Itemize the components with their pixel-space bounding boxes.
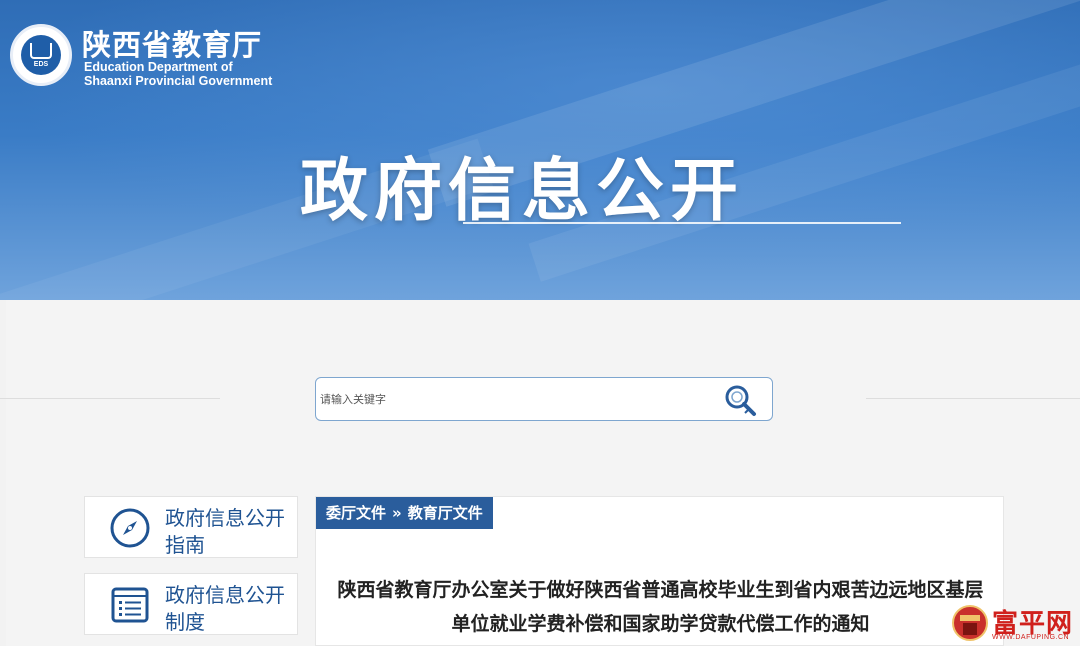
logo-text: EDS — [33, 61, 49, 68]
org-name-en-line2: Shaanxi Provincial Government — [84, 74, 273, 88]
sidebar-item-label: 政府信息公开指南 — [165, 506, 285, 557]
divider-left — [0, 398, 220, 399]
article-title: 陕西省教育厅办公室关于做好陕西省普通高校毕业生到省内艰苦边远地区基层 单位就业学… — [316, 573, 1005, 641]
article-panel: 委厅文件 » 教育厅文件 陕西省教育厅办公室关于做好陕西省普通高校毕业生到省内艰苦边… — [315, 496, 1004, 646]
search-input[interactable] — [320, 386, 710, 412]
org-name-en-line1: Education Department of — [84, 60, 233, 74]
watermark: 富平网 WWW.DAFUPING.CN — [952, 605, 1080, 646]
book-icon — [30, 43, 52, 59]
watermark-text-en: WWW.DAFUPING.CN — [992, 634, 1070, 641]
sidebar-item-label: 政府信息公开制度 — [165, 583, 285, 634]
sidebar-item-guide[interactable]: 政府信息公开指南 — [84, 496, 298, 558]
header-banner: EDS 陕西省教育厅 Education Department of Shaan… — [0, 0, 1080, 300]
breadcrumb-separator: » — [392, 504, 402, 522]
search-button[interactable] — [720, 382, 764, 418]
search-icon — [725, 385, 756, 416]
breadcrumb-item-committee-documents[interactable]: 委厅文件 — [326, 504, 386, 522]
watermark-gate-icon — [952, 605, 988, 641]
title-underline — [463, 222, 901, 224]
list-document-icon — [111, 587, 149, 623]
search-bar — [315, 377, 773, 421]
sidebar-item-policy[interactable]: 政府信息公开制度 — [84, 573, 298, 635]
compass-icon — [110, 508, 150, 548]
article-title-line2: 单位就业学费补偿和国家助学贷款代偿工作的通知 — [451, 613, 870, 635]
article-title-line1: 陕西省教育厅办公室关于做好陕西省普通高校毕业生到省内艰苦边远地区基层 — [337, 579, 984, 601]
department-logo[interactable]: EDS — [10, 24, 72, 86]
page-title: 政府信息公开 — [300, 152, 745, 231]
breadcrumb: 委厅文件 » 教育厅文件 — [316, 497, 493, 529]
org-name-cn: 陕西省教育厅 — [82, 28, 263, 62]
divider-right — [866, 398, 1080, 399]
breadcrumb-item-department-documents[interactable]: 教育厅文件 — [408, 504, 483, 522]
